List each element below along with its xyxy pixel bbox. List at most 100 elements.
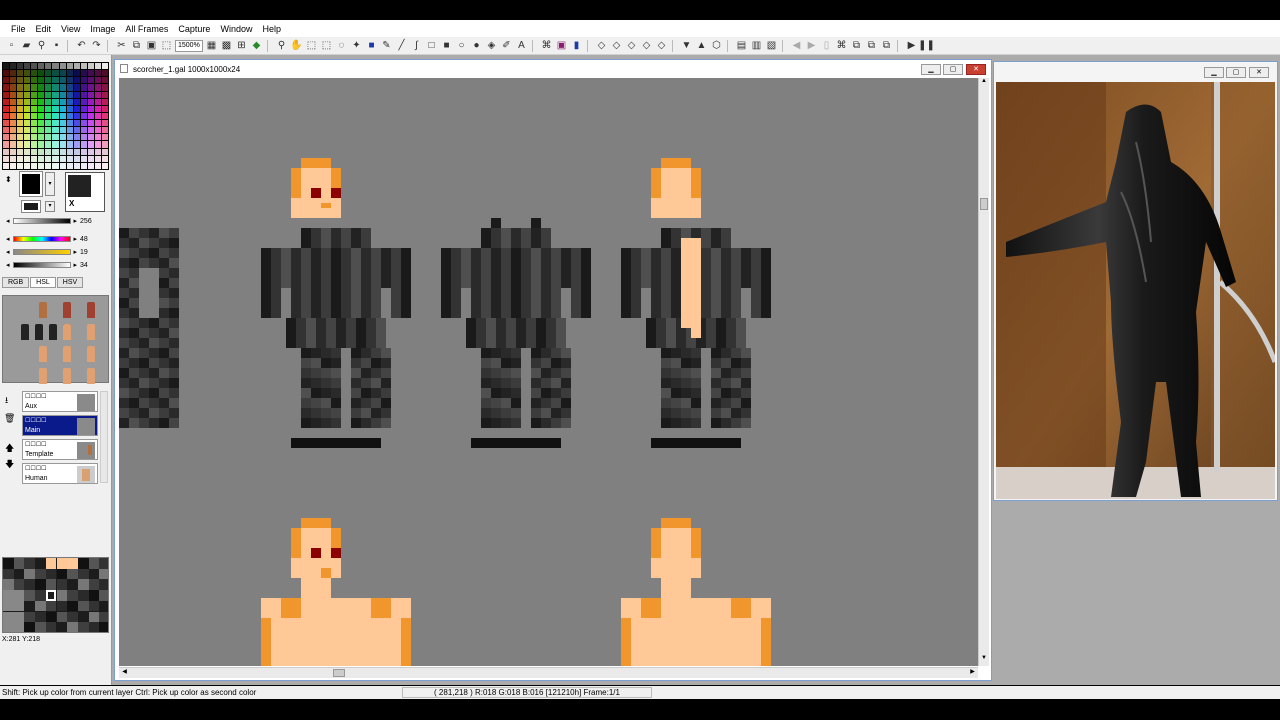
palette-swatch[interactable]	[52, 105, 59, 112]
palette-swatch[interactable]	[10, 63, 17, 70]
palette-swatch[interactable]	[3, 63, 10, 70]
layer-main[interactable]: ☐☐☐☐ Main	[22, 415, 98, 436]
stamp-icon[interactable]: ■	[365, 39, 378, 52]
palette-swatch[interactable]	[94, 105, 101, 112]
frame-tool-2-icon[interactable]: ⌘	[835, 39, 848, 52]
palette-swatch[interactable]	[3, 112, 10, 120]
palette-swatch[interactable]	[87, 63, 94, 70]
palette-swatch[interactable]	[24, 134, 31, 141]
layer-human[interactable]: ☐☐☐☐ Human	[22, 463, 98, 484]
palette-swatch[interactable]	[10, 84, 17, 91]
open-folder-icon[interactable]: ▰	[20, 39, 33, 52]
palette-swatch[interactable]	[24, 63, 31, 70]
palette-swatch[interactable]	[45, 162, 52, 169]
palette-swatch[interactable]	[52, 134, 59, 141]
palette-swatch[interactable]	[17, 98, 24, 105]
palette-swatch[interactable]	[94, 127, 101, 134]
scroll-right-arrow[interactable]: ▶	[967, 668, 978, 678]
tab-hsl[interactable]: HSL	[30, 277, 56, 288]
layer-toggle-icons[interactable]: ☐☐☐☐	[25, 417, 47, 424]
ref-close-button[interactable]: ✕	[1249, 67, 1269, 78]
palette-swatch[interactable]	[94, 120, 101, 127]
frame-icon[interactable]: ▣	[555, 39, 568, 52]
palette-swatch[interactable]	[3, 127, 10, 134]
palette-swatch[interactable]	[80, 162, 87, 169]
palette-swatch[interactable]	[24, 155, 31, 162]
layer-template[interactable]: ☐☐☐☐ Template	[22, 439, 98, 460]
save-icon[interactable]: ▪	[50, 39, 63, 52]
color-palette[interactable]	[2, 62, 109, 170]
scroll-thumb-vertical[interactable]	[980, 198, 988, 210]
palette-swatch[interactable]	[66, 84, 73, 91]
palette-swatch[interactable]	[87, 141, 94, 148]
palette-swatch[interactable]	[31, 127, 38, 134]
palette-swatch[interactable]	[10, 112, 17, 120]
palette-swatch[interactable]	[45, 77, 52, 84]
palette-swatch[interactable]	[66, 70, 73, 77]
palette-swatch[interactable]	[66, 91, 73, 98]
palette-swatch[interactable]	[17, 84, 24, 91]
palette-swatch[interactable]	[38, 141, 45, 148]
palette-swatch[interactable]	[10, 155, 17, 162]
layer-scrollbar[interactable]	[100, 391, 108, 483]
palette-swatch[interactable]	[87, 112, 94, 120]
palette-swatch[interactable]	[101, 70, 108, 77]
palette-swatch[interactable]	[3, 84, 10, 91]
palette-swatch[interactable]	[31, 91, 38, 98]
palette-swatch[interactable]	[59, 84, 66, 91]
frame-thumbnail[interactable]	[63, 324, 71, 340]
palette-swatch[interactable]	[73, 63, 80, 70]
frame-thumbnail[interactable]	[39, 368, 47, 384]
grid-icon[interactable]: ▦	[205, 39, 218, 52]
layer-icon[interactable]: ▮	[570, 39, 583, 52]
view-icon-3[interactable]: ▧	[765, 39, 778, 52]
palette-swatch[interactable]	[94, 162, 101, 169]
palette-swatch[interactable]	[45, 141, 52, 148]
filled-rect-icon[interactable]: ■	[440, 39, 453, 52]
palette-swatch[interactable]	[101, 91, 108, 98]
palette-swatch[interactable]	[80, 127, 87, 134]
frame-thumbnail[interactable]	[87, 324, 95, 340]
palette-swatch[interactable]	[59, 155, 66, 162]
view-icon-2[interactable]: ▥	[750, 39, 763, 52]
select-free-icon[interactable]: ⬚	[320, 39, 333, 52]
palette-swatch[interactable]	[10, 127, 17, 134]
palette-swatch[interactable]	[80, 63, 87, 70]
palette-swatch[interactable]	[87, 105, 94, 112]
menu-image[interactable]: Image	[85, 24, 120, 34]
view-icon-1[interactable]: ▤	[735, 39, 748, 52]
palette-swatch[interactable]	[101, 162, 108, 169]
secondary-color-dropdown[interactable]: ▾	[45, 201, 55, 212]
frame-tool-1-icon[interactable]: ▯	[820, 39, 833, 52]
palette-swatch[interactable]	[73, 134, 80, 141]
palette-swatch[interactable]	[45, 127, 52, 134]
palette-swatch[interactable]	[45, 148, 52, 155]
palette-swatch[interactable]	[73, 105, 80, 112]
palette-swatch[interactable]	[59, 91, 66, 98]
palette-swatch[interactable]	[52, 70, 59, 77]
text-icon[interactable]: A	[515, 39, 528, 52]
palette-swatch[interactable]	[3, 70, 10, 77]
palette-swatch[interactable]	[73, 98, 80, 105]
palette-swatch[interactable]	[94, 141, 101, 148]
palette-swatch[interactable]	[73, 112, 80, 120]
palette-swatch[interactable]	[3, 141, 10, 148]
palette-swatch[interactable]	[73, 91, 80, 98]
palette-swatch[interactable]	[66, 155, 73, 162]
frame-tool-5-icon[interactable]: ⧉	[880, 39, 893, 52]
minimize-button[interactable]: ▁	[921, 64, 941, 75]
palette-swatch[interactable]	[73, 155, 80, 162]
next-frame-icon[interactable]: ▶	[805, 39, 818, 52]
new-file-icon[interactable]: ▫	[5, 39, 18, 52]
palette-swatch[interactable]	[24, 141, 31, 148]
palette-swatch[interactable]	[59, 77, 66, 84]
palette-swatch[interactable]	[45, 155, 52, 162]
palette-swatch[interactable]	[10, 148, 17, 155]
palette-swatch[interactable]	[17, 148, 24, 155]
scroll-down-arrow[interactable]: ▼	[979, 655, 989, 666]
palette-swatch[interactable]	[10, 134, 17, 141]
palette-swatch[interactable]	[87, 84, 94, 91]
palette-tool-icon[interactable]: ⬡	[710, 39, 723, 52]
palette-swatch[interactable]	[31, 112, 38, 120]
palette-swatch[interactable]	[45, 112, 52, 120]
